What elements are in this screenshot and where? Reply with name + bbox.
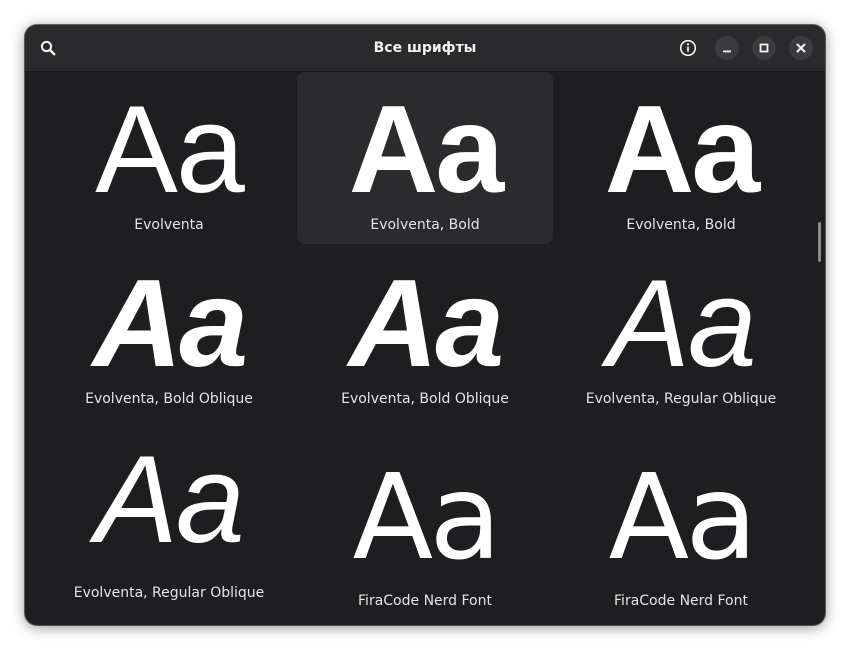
font-tile-evolventa-regular-oblique-2[interactable]: Aa Evolventa, Regular Oblique	[41, 430, 297, 625]
font-name: Evolventa, Regular Oblique	[73, 585, 265, 601]
font-name: Evolventa, Bold	[370, 217, 480, 233]
font-name: Evolventa	[134, 217, 204, 233]
font-name: Evolventa, Bold Oblique	[341, 391, 509, 407]
close-button[interactable]	[789, 36, 813, 60]
font-viewer-window: Все шрифты Aa Evolventa Aa Evolventa, Bo…	[25, 25, 825, 625]
font-sample: Aa	[92, 255, 249, 393]
font-tile-evolventa-bold[interactable]: Aa Evolventa, Bold	[297, 72, 553, 244]
search-icon	[40, 40, 56, 56]
font-sample: Aa	[607, 255, 757, 393]
font-tile-firacode-nerd-font[interactable]: Aa FiraCode Nerd Font	[297, 430, 553, 625]
minimize-button[interactable]	[715, 36, 739, 60]
font-sample: Aa	[95, 431, 245, 569]
font-tile-evolventa-bold-2[interactable]: Aa Evolventa, Bold	[553, 72, 809, 244]
window-title: Все шрифты	[373, 40, 477, 56]
font-name: FiraCode Nerd Font	[614, 593, 748, 609]
font-tile-evolventa-bold-oblique-2[interactable]: Aa Evolventa, Bold Oblique	[297, 256, 553, 416]
close-icon	[796, 43, 806, 53]
info-icon	[679, 39, 697, 57]
font-name: FiraCode Nerd Font	[358, 593, 492, 609]
font-tile-evolventa[interactable]: Aa Evolventa	[41, 72, 297, 244]
minimize-icon	[723, 50, 731, 53]
font-grid: Aa Evolventa Aa Evolventa, Bold Aa Evolv…	[25, 72, 825, 625]
font-name: Evolventa, Bold	[626, 217, 736, 233]
font-sample: Aa	[604, 81, 761, 219]
font-sample: Aa	[348, 255, 505, 393]
search-button[interactable]	[35, 35, 61, 61]
header-bar: Все шрифты	[25, 25, 825, 72]
font-tile-evolventa-regular-oblique[interactable]: Aa Evolventa, Regular Oblique	[553, 256, 809, 416]
font-sample: Aa	[352, 448, 501, 586]
font-sample: Aa	[608, 448, 757, 586]
font-name: Evolventa, Bold Oblique	[85, 391, 253, 407]
font-name: Evolventa, Regular Oblique	[585, 391, 777, 407]
font-sample: Aa	[95, 81, 245, 219]
font-tile-firacode-nerd-font-2[interactable]: Aa FiraCode Nerd Font	[553, 430, 809, 625]
font-tile-evolventa-bold-oblique[interactable]: Aa Evolventa, Bold Oblique	[41, 256, 297, 416]
font-sample: Aa	[348, 81, 505, 219]
info-button[interactable]	[675, 35, 701, 61]
vertical-scrollbar[interactable]	[818, 222, 821, 262]
maximize-icon	[759, 43, 769, 53]
maximize-button[interactable]	[752, 36, 776, 60]
